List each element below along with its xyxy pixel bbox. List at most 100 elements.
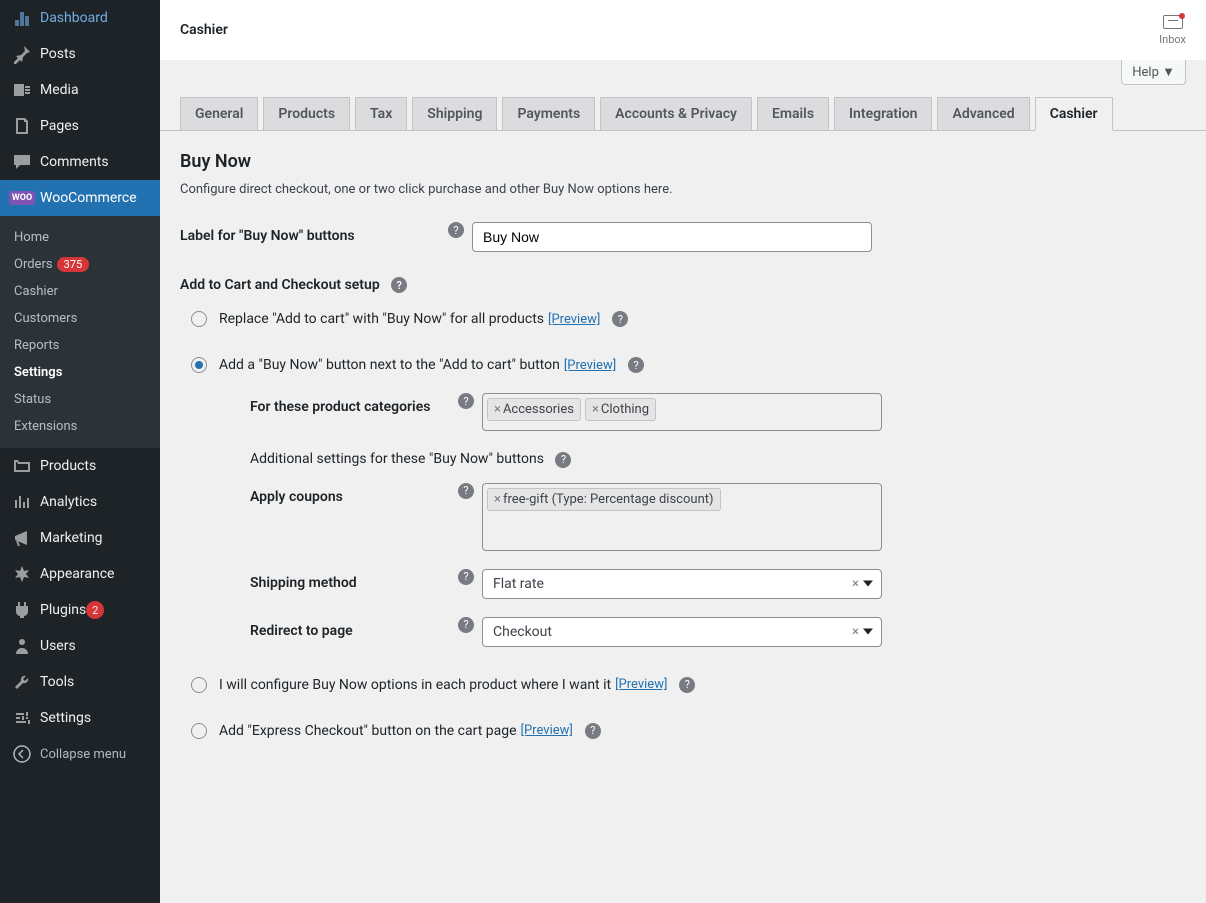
- collapse-menu[interactable]: Collapse menu: [0, 736, 160, 772]
- tab-tax[interactable]: Tax: [355, 97, 407, 130]
- radio-per-product[interactable]: [191, 677, 207, 693]
- tab-products[interactable]: Products: [263, 97, 350, 130]
- sidebar-label: Products: [40, 458, 96, 474]
- sidebar-sub-extensions[interactable]: Extensions: [0, 413, 160, 440]
- sidebar-item-settings[interactable]: Settings: [0, 700, 160, 736]
- preview-link[interactable]: [Preview]: [564, 358, 616, 373]
- option-configure-per-product: I will configure Buy Now options in each…: [180, 677, 1186, 693]
- help-row: Help ▼: [160, 60, 1206, 85]
- sidebar-item-dashboard[interactable]: Dashboard: [0, 0, 160, 36]
- sidebar-label: Pages: [40, 118, 79, 134]
- clear-icon[interactable]: ×: [852, 576, 859, 591]
- tab-shipping[interactable]: Shipping: [412, 97, 497, 130]
- label-coupons: Apply coupons: [250, 483, 450, 505]
- marketing-icon: [12, 528, 32, 548]
- help-icon[interactable]: ?: [448, 222, 464, 238]
- sidebar-sub-cashier[interactable]: Cashier: [0, 278, 160, 305]
- tab-general[interactable]: General: [180, 97, 258, 130]
- admin-sidebar: Dashboard Posts Media Pages Comments WOO…: [0, 0, 160, 903]
- help-icon[interactable]: ?: [628, 357, 644, 373]
- sidebar-item-analytics[interactable]: Analytics: [0, 484, 160, 520]
- sidebar-sub-status[interactable]: Status: [0, 386, 160, 413]
- sidebar-item-comments[interactable]: Comments: [0, 144, 160, 180]
- remove-tag-icon[interactable]: ×: [592, 402, 599, 417]
- clear-icon[interactable]: ×: [852, 624, 859, 639]
- header-bar: Cashier Inbox: [160, 0, 1206, 60]
- radio-express-checkout[interactable]: [191, 723, 207, 739]
- remove-tag-icon[interactable]: ×: [494, 402, 501, 417]
- plugins-badge: 2: [86, 601, 104, 619]
- sidebar-sub-customers[interactable]: Customers: [0, 305, 160, 332]
- help-icon[interactable]: ?: [679, 677, 695, 693]
- sidebar-label: Analytics: [40, 494, 97, 510]
- option-express-checkout: Add "Express Checkout" button on the car…: [180, 723, 1186, 739]
- preview-link[interactable]: [Preview]: [615, 677, 667, 692]
- buy-now-label-input[interactable]: [472, 222, 872, 252]
- help-icon[interactable]: ?: [391, 277, 407, 293]
- select-controls: ×: [852, 624, 873, 639]
- plugins-icon: [12, 600, 32, 620]
- tab-emails[interactable]: Emails: [757, 97, 829, 130]
- sidebar-item-plugins[interactable]: Plugins 2: [0, 592, 160, 628]
- radio-replace[interactable]: [191, 311, 207, 327]
- help-icon[interactable]: ?: [555, 452, 571, 468]
- remove-tag-icon[interactable]: ×: [494, 492, 501, 507]
- help-icon[interactable]: ?: [585, 723, 601, 739]
- sidebar-sub-settings[interactable]: Settings: [0, 359, 160, 386]
- label-shipping: Shipping method: [250, 569, 450, 591]
- tab-payments[interactable]: Payments: [502, 97, 595, 130]
- sidebar-label: Marketing: [40, 530, 103, 546]
- sidebar-item-pages[interactable]: Pages: [0, 108, 160, 144]
- section-description: Configure direct checkout, one or two cl…: [180, 182, 1186, 197]
- sidebar-sub-orders[interactable]: Orders375: [0, 251, 160, 278]
- categories-input[interactable]: ×Accessories ×Clothing: [482, 393, 882, 431]
- sidebar-item-woocommerce[interactable]: WOO WooCommerce: [0, 180, 160, 216]
- sidebar-sub-reports[interactable]: Reports: [0, 332, 160, 359]
- sidebar-sub-home[interactable]: Home: [0, 224, 160, 251]
- chevron-down-icon: [863, 581, 873, 587]
- sidebar-label: Dashboard: [40, 10, 108, 26]
- help-icon[interactable]: ?: [612, 311, 628, 327]
- inbox-button[interactable]: Inbox: [1159, 15, 1186, 46]
- preview-link[interactable]: [Preview]: [521, 723, 573, 738]
- sidebar-item-media[interactable]: Media: [0, 72, 160, 108]
- radio-label: Add a "Buy Now" button next to the "Add …: [219, 357, 560, 373]
- inbox-label: Inbox: [1159, 33, 1186, 46]
- help-icon[interactable]: ?: [458, 393, 474, 409]
- sidebar-item-marketing[interactable]: Marketing: [0, 520, 160, 556]
- sidebar-item-appearance[interactable]: Appearance: [0, 556, 160, 592]
- help-icon[interactable]: ?: [458, 569, 474, 585]
- tab-content: Buy Now Configure direct checkout, one o…: [160, 131, 1206, 789]
- woo-icon: WOO: [12, 188, 32, 208]
- page-title: Cashier: [180, 22, 228, 38]
- tab-advanced[interactable]: Advanced: [937, 97, 1029, 130]
- shipping-select[interactable]: Flat rate ×: [482, 569, 882, 599]
- tab-cashier[interactable]: Cashier: [1035, 97, 1113, 131]
- collapse-label: Collapse menu: [40, 747, 126, 762]
- chevron-down-icon: [863, 629, 873, 635]
- radio-label: Replace "Add to cart" with "Buy Now" for…: [219, 311, 544, 327]
- help-icon[interactable]: ?: [458, 617, 474, 633]
- radio-add-next-to[interactable]: [191, 357, 207, 373]
- row-categories: For these product categories ? ×Accessor…: [250, 393, 1186, 431]
- settings-icon: [12, 708, 32, 728]
- label-for-buy-now: Label for "Buy Now" buttons: [180, 222, 440, 244]
- main-content: Cashier Inbox Help ▼ General Products Ta…: [160, 0, 1206, 903]
- redirect-select[interactable]: Checkout ×: [482, 617, 882, 647]
- sidebar-item-users[interactable]: Users: [0, 628, 160, 664]
- sidebar-item-products[interactable]: Products: [0, 448, 160, 484]
- coupons-input[interactable]: ×free-gift (Type: Percentage discount): [482, 483, 882, 551]
- orders-badge: 375: [57, 257, 90, 272]
- help-icon[interactable]: ?: [458, 483, 474, 499]
- help-button[interactable]: Help ▼: [1121, 60, 1186, 85]
- sidebar-item-posts[interactable]: Posts: [0, 36, 160, 72]
- tab-integration[interactable]: Integration: [834, 97, 932, 130]
- additional-settings-desc: Additional settings for these "Buy Now" …: [250, 451, 1186, 467]
- tab-accounts[interactable]: Accounts & Privacy: [600, 97, 752, 130]
- select-controls: ×: [852, 576, 873, 591]
- preview-link[interactable]: [Preview]: [548, 312, 600, 327]
- products-icon: [12, 456, 32, 476]
- media-icon: [12, 80, 32, 100]
- sidebar-item-tools[interactable]: Tools: [0, 664, 160, 700]
- option-add-buy-now-button: Add a "Buy Now" button next to the "Add …: [180, 357, 1186, 373]
